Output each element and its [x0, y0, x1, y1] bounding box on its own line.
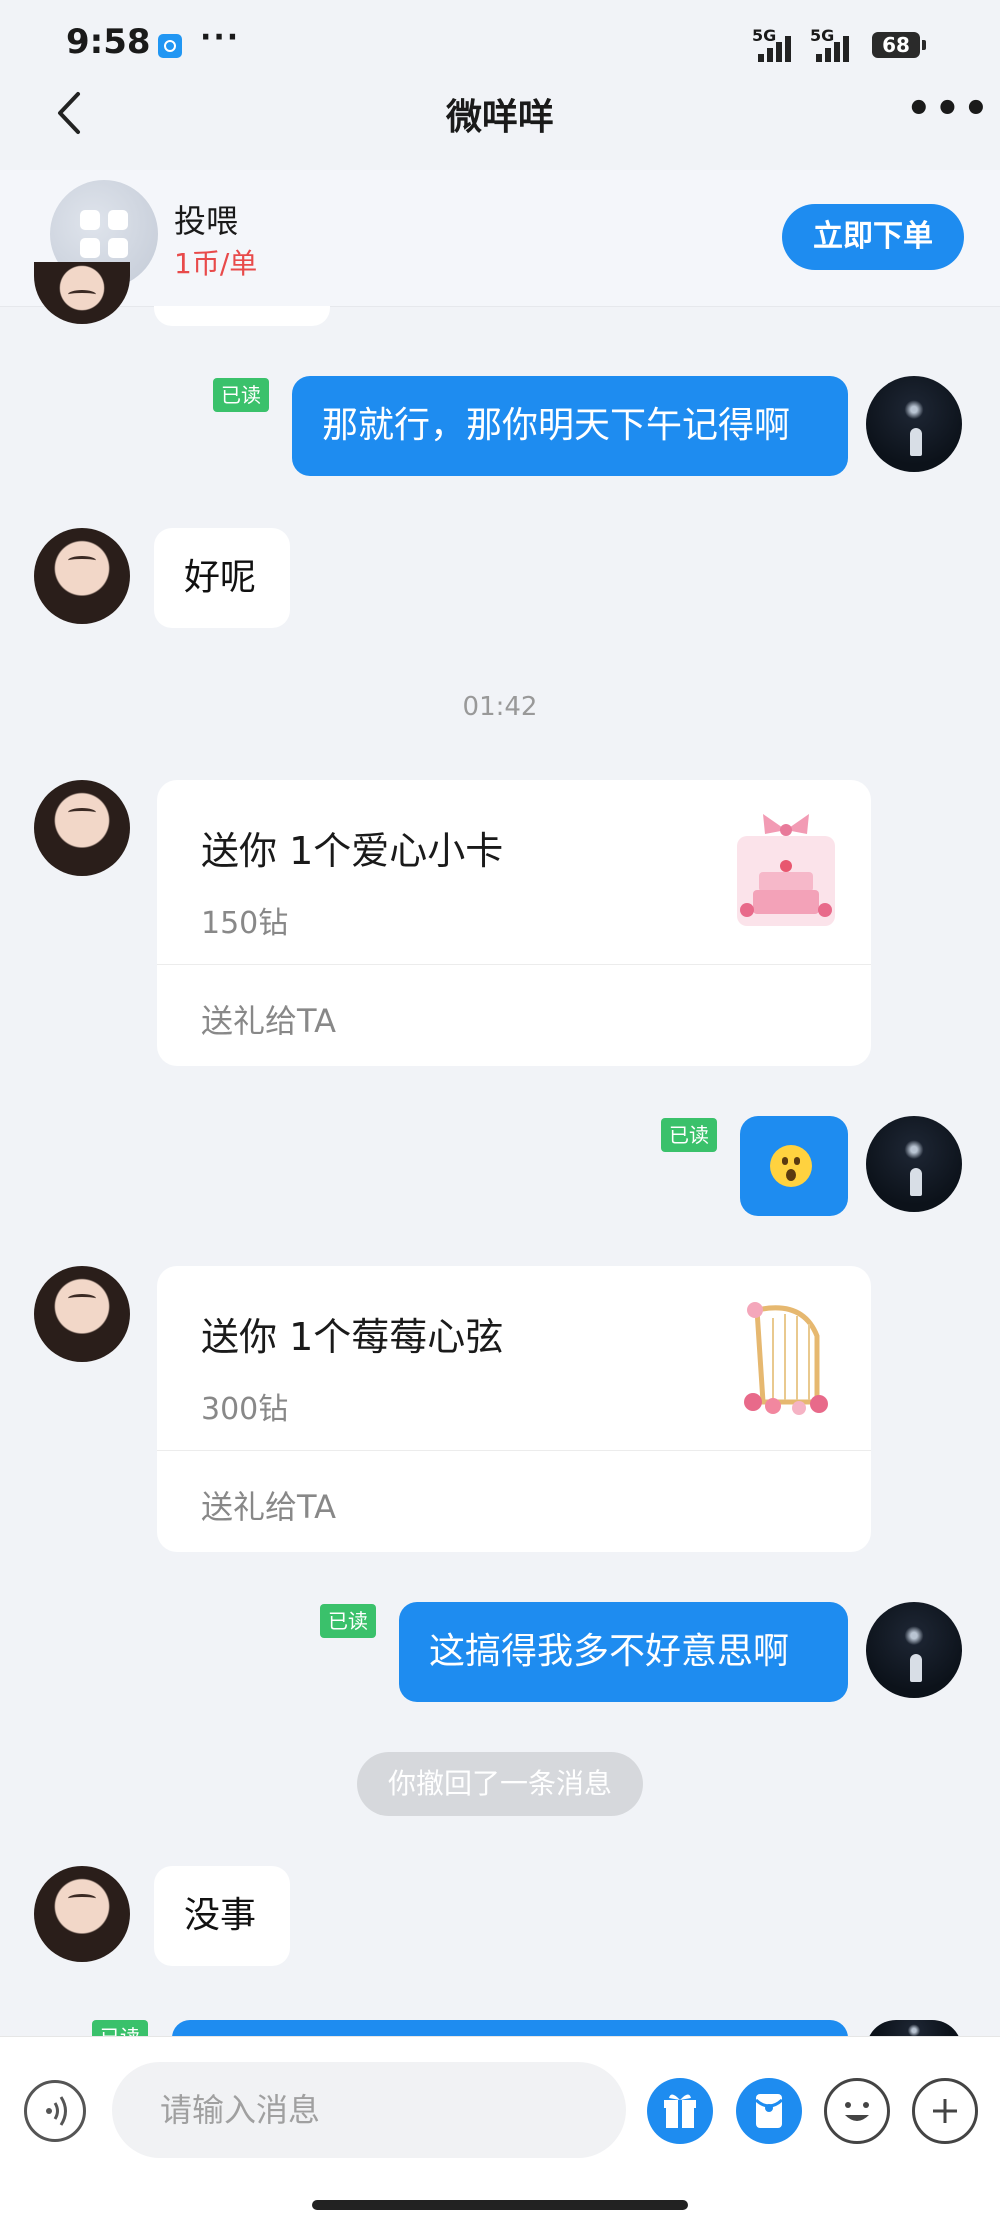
message-bubble[interactable]: 好呢 — [154, 528, 290, 628]
send-gift-link[interactable]: 送礼给TA — [201, 1482, 336, 1528]
gift-title: 送你 1个莓莓心弦 — [201, 1315, 504, 1359]
my-avatar[interactable] — [866, 1602, 962, 1698]
chat-title: 微咩咩 — [445, 97, 554, 138]
red-packet-icon[interactable] — [736, 2078, 802, 2144]
emoji-message-bubble[interactable] — [740, 1116, 848, 1216]
gift-card[interactable]: 送你 1个莓莓心弦 300钻 送礼给TA — [157, 1266, 871, 1552]
surprised-emoji-icon — [770, 1145, 812, 1187]
avatar[interactable] — [34, 1866, 130, 1962]
home-indicator[interactable] — [312, 2200, 688, 2210]
message-bubble[interactable]: 那就行，那你明天下午记得啊 — [292, 376, 848, 476]
app-notification-icon — [158, 34, 182, 58]
message-bubble-partial — [154, 306, 330, 326]
timestamp: 01:42 — [462, 692, 538, 722]
send-gift-link[interactable]: 送礼给TA — [201, 996, 336, 1042]
divider — [157, 964, 871, 965]
order-now-button[interactable]: 立即下单 — [782, 204, 964, 270]
harp-gift-icon — [733, 1296, 839, 1416]
message-bubble[interactable]: 没事 — [154, 1866, 290, 1966]
signal-icon: 5G — [810, 26, 874, 62]
signal-icon: 5G — [752, 26, 816, 62]
more-options-icon[interactable]: ••• — [906, 89, 992, 129]
service-price: 1币/单 — [174, 247, 258, 280]
my-avatar[interactable] — [866, 1116, 962, 1212]
cake-gift-icon — [733, 810, 839, 930]
recall-notice: 你撤回了一条消息 — [357, 1752, 643, 1816]
my-avatar[interactable] — [866, 376, 962, 472]
avatar[interactable] — [34, 528, 130, 624]
status-more-dots: ··· — [200, 20, 241, 55]
gift-icon[interactable] — [647, 2078, 713, 2144]
read-badge: 已读 — [661, 1118, 717, 1152]
emoji-icon[interactable] — [824, 2078, 890, 2144]
battery-indicator: 68 — [872, 32, 926, 58]
service-name: 投喂 — [174, 202, 239, 240]
read-badge: 已读 — [320, 1604, 376, 1638]
message-bubble[interactable]: 这搞得我多不好意思啊 — [399, 1602, 848, 1702]
status-time: 9:58 — [66, 22, 151, 62]
gift-price: 300钻 — [201, 1392, 289, 1427]
gift-card[interactable]: 送你 1个爱心小卡 150钻 送礼给TA — [157, 780, 871, 1066]
message-input[interactable] — [112, 2062, 626, 2158]
avatar[interactable] — [34, 1266, 130, 1362]
avatar[interactable] — [34, 780, 130, 876]
gift-price: 150钻 — [201, 906, 289, 941]
gift-title: 送你 1个爱心小卡 — [201, 829, 504, 873]
divider — [157, 1450, 871, 1451]
voice-icon[interactable] — [24, 2080, 86, 2142]
read-badge: 已读 — [213, 378, 269, 412]
plus-icon[interactable] — [912, 2078, 978, 2144]
avatar[interactable] — [34, 262, 130, 324]
